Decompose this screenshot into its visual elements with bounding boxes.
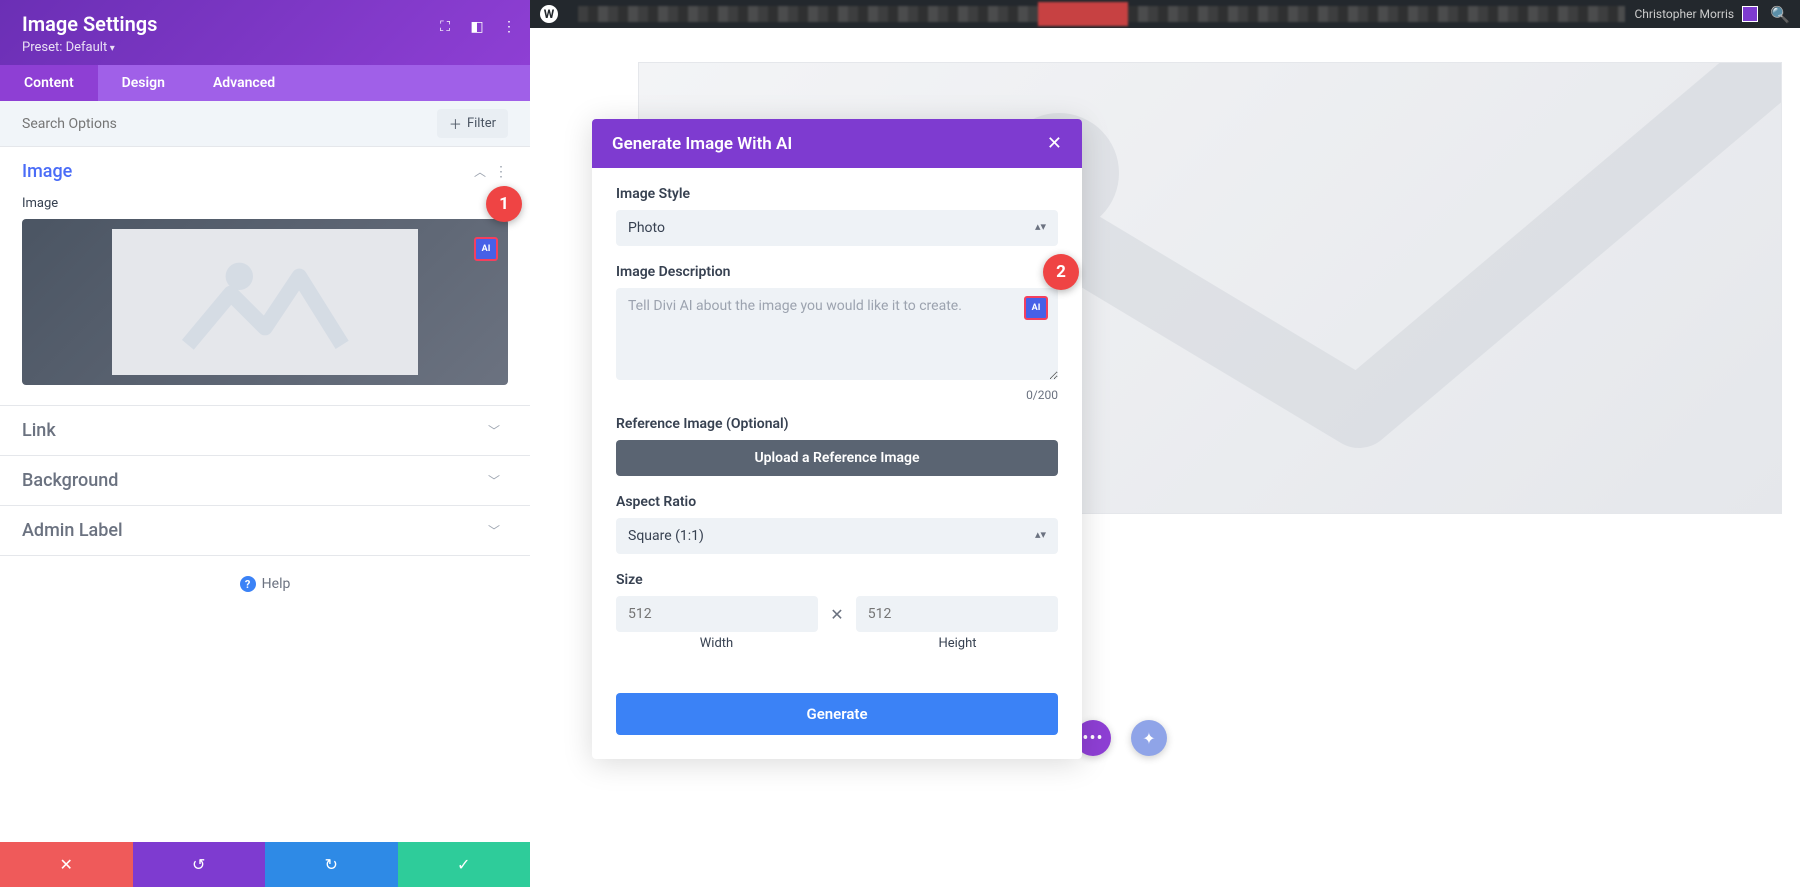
image-desc-label: Image Description: [616, 264, 1058, 280]
wordpress-icon[interactable]: W: [540, 5, 558, 23]
char-counter: 0/200: [616, 388, 1058, 402]
wp-admin-bar: W Christopher Morris 🔍: [530, 0, 1800, 28]
section-background: Background ﹀: [0, 456, 530, 506]
plus-icon: ＋: [449, 114, 462, 133]
tab-content[interactable]: Content: [0, 65, 98, 101]
generate-image-modal: Generate Image With AI ✕ Image Style Pho…: [592, 119, 1082, 759]
ai-generate-button[interactable]: AI: [474, 237, 498, 261]
close-icon[interactable]: ✕: [1047, 133, 1062, 154]
upload-reference-button[interactable]: Upload a Reference Image: [616, 440, 1058, 476]
image-field-label: Image: [22, 196, 508, 211]
aspect-ratio-select[interactable]: Square (1:1)▴▾: [616, 518, 1058, 554]
width-input[interactable]: [616, 596, 818, 632]
search-row: ＋Filter: [0, 101, 530, 147]
select-caret-icon: ▴▾: [1035, 220, 1046, 233]
sidebar-header: Image Settings Preset: Default ⛶ ◧ ⋮: [0, 0, 530, 65]
select-caret-icon: ▴▾: [1035, 528, 1046, 541]
search-icon[interactable]: 🔍: [1770, 5, 1790, 24]
avatar: [1742, 6, 1758, 22]
height-sublabel: Height: [857, 636, 1058, 651]
section-admin-label-head[interactable]: Admin Label ﹀: [0, 506, 530, 555]
image-desc-textarea[interactable]: [616, 288, 1058, 380]
filter-button[interactable]: ＋Filter: [437, 109, 508, 138]
multiply-icon: ✕: [830, 605, 843, 624]
tab-advanced[interactable]: Advanced: [189, 65, 299, 101]
section-image-head[interactable]: Image ︿ ⋮: [0, 147, 530, 196]
width-sublabel: Width: [616, 636, 817, 651]
ai-suggest-button[interactable]: AI: [1024, 296, 1048, 320]
chevron-down-icon: ﹀: [488, 422, 500, 439]
user-menu[interactable]: Christopher Morris: [1635, 6, 1759, 22]
size-label: Size: [616, 572, 1058, 588]
save-button[interactable]: ✓: [398, 842, 531, 887]
section-menu-icon[interactable]: ⋮: [494, 164, 508, 180]
chevron-down-icon: ﹀: [488, 472, 500, 489]
panel-icon[interactable]: ◧: [468, 18, 486, 36]
chevron-down-icon: ﹀: [488, 522, 500, 539]
callout-badge-2: 2: [1043, 254, 1079, 290]
undo-button[interactable]: ↺: [133, 842, 266, 887]
redo-button[interactable]: ↻: [265, 842, 398, 887]
admin-bar-items: [578, 6, 1625, 22]
help-icon: ?: [240, 576, 256, 592]
bottom-actions: ✕ ↺ ↻ ✓: [0, 842, 530, 887]
callout-badge-1: 1: [486, 186, 522, 222]
preset-dropdown[interactable]: Preset: Default: [22, 40, 508, 55]
height-input[interactable]: [856, 596, 1058, 632]
generate-button[interactable]: Generate: [616, 693, 1058, 735]
section-link-head[interactable]: Link ﹀: [0, 406, 530, 455]
image-preview[interactable]: AI: [22, 219, 508, 385]
section-image: Image ︿ ⋮ Image AI: [0, 147, 530, 406]
settings-tabs: Content Design Advanced: [0, 65, 530, 101]
fab-ai[interactable]: ✦: [1131, 720, 1167, 756]
expand-icon[interactable]: ⛶: [436, 18, 454, 36]
close-button[interactable]: ✕: [0, 842, 133, 887]
more-icon[interactable]: ⋮: [500, 18, 518, 36]
section-link: Link ﹀: [0, 406, 530, 456]
ref-image-label: Reference Image (Optional): [616, 416, 1058, 432]
modal-header: Generate Image With AI ✕: [592, 119, 1082, 168]
tab-design[interactable]: Design: [98, 65, 189, 101]
image-style-label: Image Style: [616, 186, 1058, 202]
chevron-up-icon: ︿: [474, 163, 486, 180]
aspect-ratio-label: Aspect Ratio: [616, 494, 1058, 510]
section-background-head[interactable]: Background ﹀: [0, 456, 530, 505]
settings-sidebar: Image Settings Preset: Default ⛶ ◧ ⋮ Con…: [0, 0, 530, 887]
section-admin-label: Admin Label ﹀: [0, 506, 530, 556]
image-style-select[interactable]: Photo▴▾: [616, 210, 1058, 246]
placeholder-image-icon: [112, 229, 418, 375]
search-input[interactable]: [22, 116, 437, 132]
help-link[interactable]: ? Help: [0, 556, 530, 612]
